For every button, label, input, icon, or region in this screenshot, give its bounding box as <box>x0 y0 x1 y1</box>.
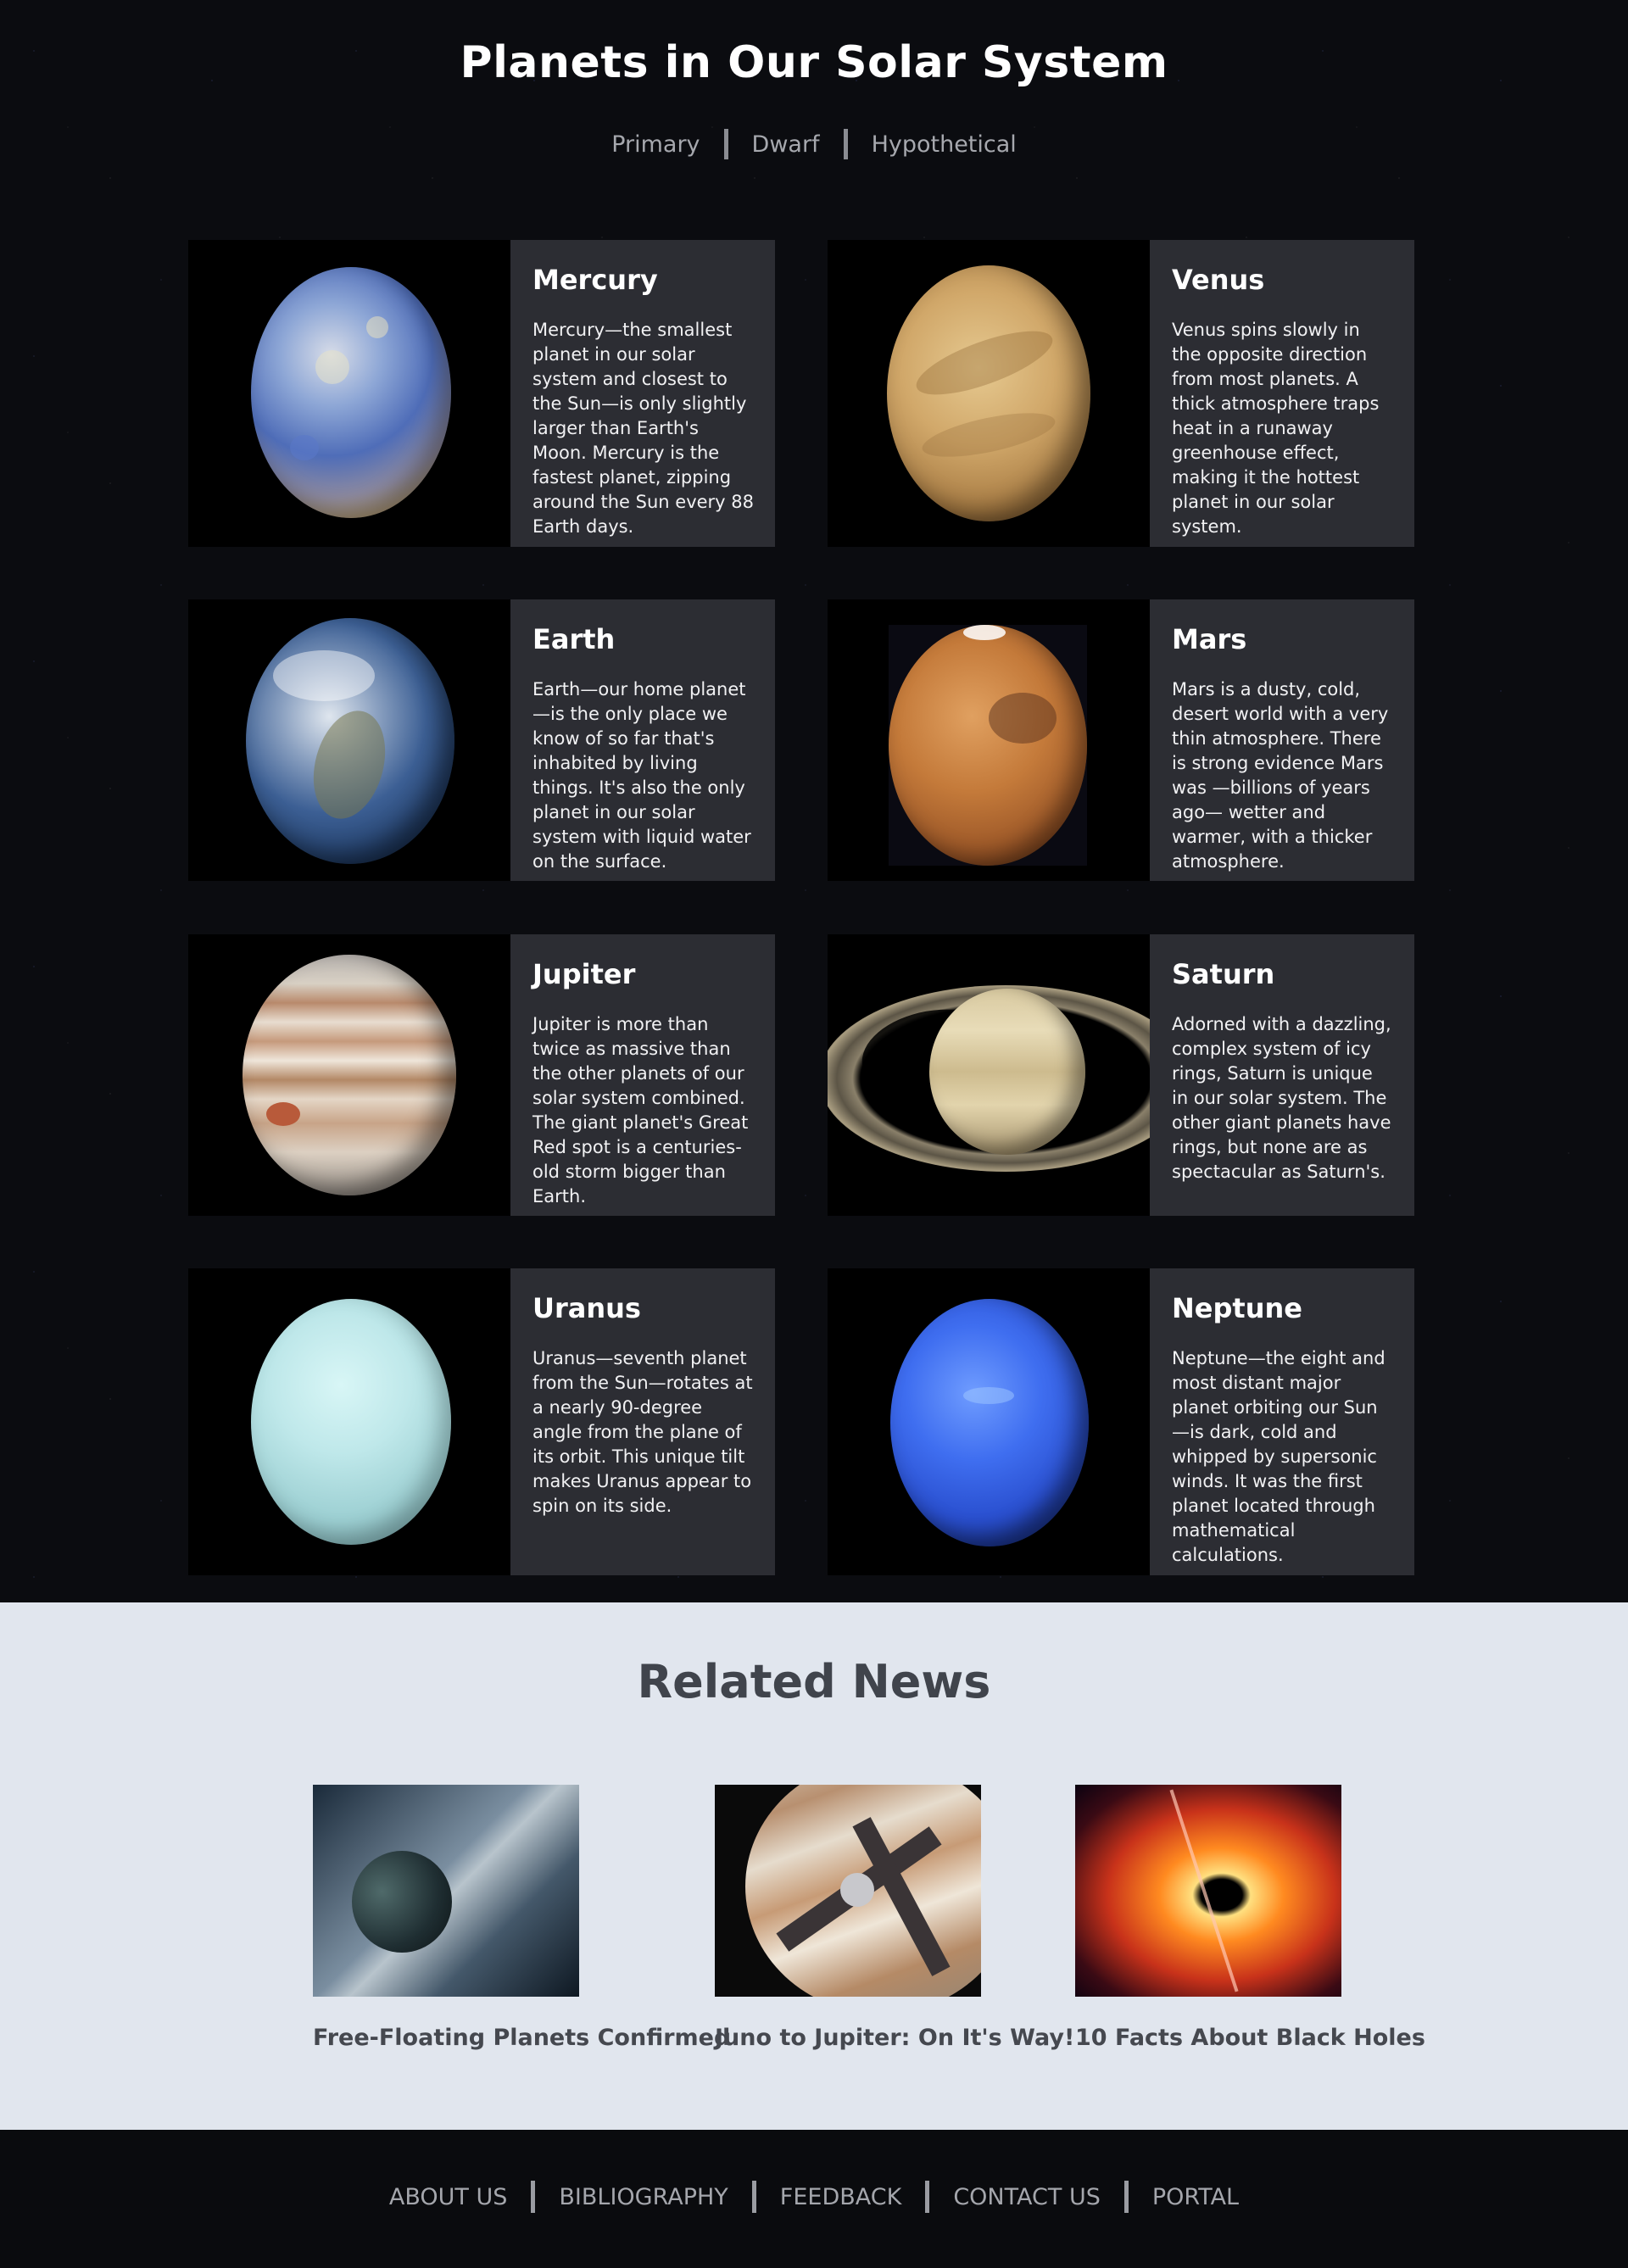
filter-hypothetical[interactable]: Hypothetical <box>848 131 1040 158</box>
planet-name: Uranus <box>532 1292 641 1324</box>
planet-name: Jupiter <box>532 958 636 990</box>
planet-description: Mars is a dusty, cold, desert world with… <box>1172 679 1389 872</box>
news-item[interactable]: Free-Floating Planets Confirmed <box>313 1785 730 2051</box>
uranus-planet-image <box>251 1299 451 1545</box>
planet-card-mars[interactable]: Mars Mars is a dusty, cold, desert world… <box>828 599 1414 881</box>
news-item[interactable]: Juno to Jupiter: On It's Way! <box>715 1785 1074 2051</box>
planet-name: Saturn <box>1172 958 1275 990</box>
planet-card-earth[interactable]: Earth Earth—our home planet—is the only … <box>188 599 775 881</box>
site-footer: ABOUT US BIBLIOGRAPHY FEEDBACK CONTACT U… <box>0 2130 1628 2268</box>
planet-description: Mercury—the smallest planet in our solar… <box>532 320 755 537</box>
planet-name: Mars <box>1172 623 1247 655</box>
planet-card-neptune[interactable]: Neptune Neptune—the eight and most dista… <box>828 1268 1414 1575</box>
planet-name: Mercury <box>532 264 658 296</box>
hero-section: Planets in Our Solar System Primary Dwar… <box>0 0 1628 1602</box>
planet-description: Uranus—seventh planet from the Sun—rotat… <box>532 1348 753 1516</box>
footer-link-feedback[interactable]: FEEDBACK <box>756 2184 926 2210</box>
planet-image <box>828 599 1150 881</box>
planet-image <box>828 240 1150 547</box>
planet-name: Venus <box>1172 264 1265 296</box>
planet-name: Neptune <box>1172 1292 1302 1324</box>
planet-description: Neptune—the eight and most distant major… <box>1172 1348 1385 1565</box>
news-thumbnail-black-hole[interactable] <box>1075 1785 1341 1997</box>
black-hole-jet-graphic <box>1169 1789 1239 1992</box>
mars-planet-image <box>889 625 1087 866</box>
mars-polar-cap <box>963 625 1006 640</box>
planet-description: Venus spins slowly in the opposite direc… <box>1172 320 1380 537</box>
planet-card-venus[interactable]: Venus Venus spins slowly in the opposite… <box>828 240 1414 547</box>
rogue-planet-graphic <box>352 1851 452 1953</box>
planet-image <box>188 1268 510 1575</box>
footer-link-bibliography[interactable]: BIBLIOGRAPHY <box>535 2184 751 2210</box>
planet-image <box>188 599 510 881</box>
planet-image <box>828 934 1150 1216</box>
planet-image <box>188 934 510 1216</box>
saturn-planet-image <box>929 989 1085 1155</box>
earth-cloud <box>273 650 375 701</box>
juno-body-graphic <box>840 1873 874 1907</box>
news-item[interactable]: 10 Facts About Black Holes <box>1075 1785 1425 2051</box>
footer-link-portal[interactable]: PORTAL <box>1129 2184 1263 2210</box>
planet-filter-nav: Primary Dwarf Hypothetical <box>0 129 1628 159</box>
jupiter-planet-image <box>243 955 456 1195</box>
planet-description: Jupiter is more than twice as massive th… <box>532 1014 749 1206</box>
planet-card-uranus[interactable]: Uranus Uranus—seventh planet from the Su… <box>188 1268 775 1575</box>
related-news-title: Related News <box>637 1655 991 1708</box>
planet-card-saturn[interactable]: Saturn Adorned with a dazzling, complex … <box>828 934 1414 1216</box>
planet-description: Adorned with a dazzling, complex system … <box>1172 1014 1391 1182</box>
planet-name: Earth <box>532 623 616 655</box>
footer-link-contact-us[interactable]: CONTACT US <box>929 2184 1124 2210</box>
planet-image <box>188 240 510 547</box>
filter-primary[interactable]: Primary <box>588 131 723 158</box>
news-caption[interactable]: 10 Facts About Black Holes <box>1075 2025 1425 2051</box>
news-caption[interactable]: Free-Floating Planets Confirmed <box>313 2025 730 2051</box>
mercury-crater <box>366 316 388 338</box>
mercury-crater <box>315 350 349 384</box>
mercury-planet-image <box>251 267 451 518</box>
neptune-planet-image <box>890 1299 1089 1546</box>
great-red-spot <box>266 1102 300 1126</box>
planet-description: Earth—our home planet—is the only place … <box>532 679 751 872</box>
news-caption[interactable]: Juno to Jupiter: On It's Way! <box>715 2025 1074 2051</box>
related-news-section: Related News Free-Floating Planets Confi… <box>0 1602 1628 2130</box>
news-thumbnail-free-floating-planet[interactable] <box>313 1785 579 1997</box>
footer-nav: ABOUT US BIBLIOGRAPHY FEEDBACK CONTACT U… <box>0 2181 1628 2213</box>
footer-link-about-us[interactable]: ABOUT US <box>365 2184 532 2210</box>
news-thumbnail-juno-jupiter[interactable] <box>715 1785 981 1997</box>
neptune-storm <box>963 1387 1014 1404</box>
page-title: Planets in Our Solar System <box>460 37 1168 88</box>
venus-planet-image <box>887 265 1090 521</box>
planet-card-jupiter[interactable]: Jupiter Jupiter is more than twice as ma… <box>188 934 775 1216</box>
mercury-crater <box>290 435 319 460</box>
planet-image <box>828 1268 1150 1575</box>
filter-dwarf[interactable]: Dwarf <box>728 131 844 158</box>
planet-card-mercury[interactable]: Mercury Mercury—the smallest planet in o… <box>188 240 775 547</box>
mars-dark-region <box>989 693 1057 744</box>
